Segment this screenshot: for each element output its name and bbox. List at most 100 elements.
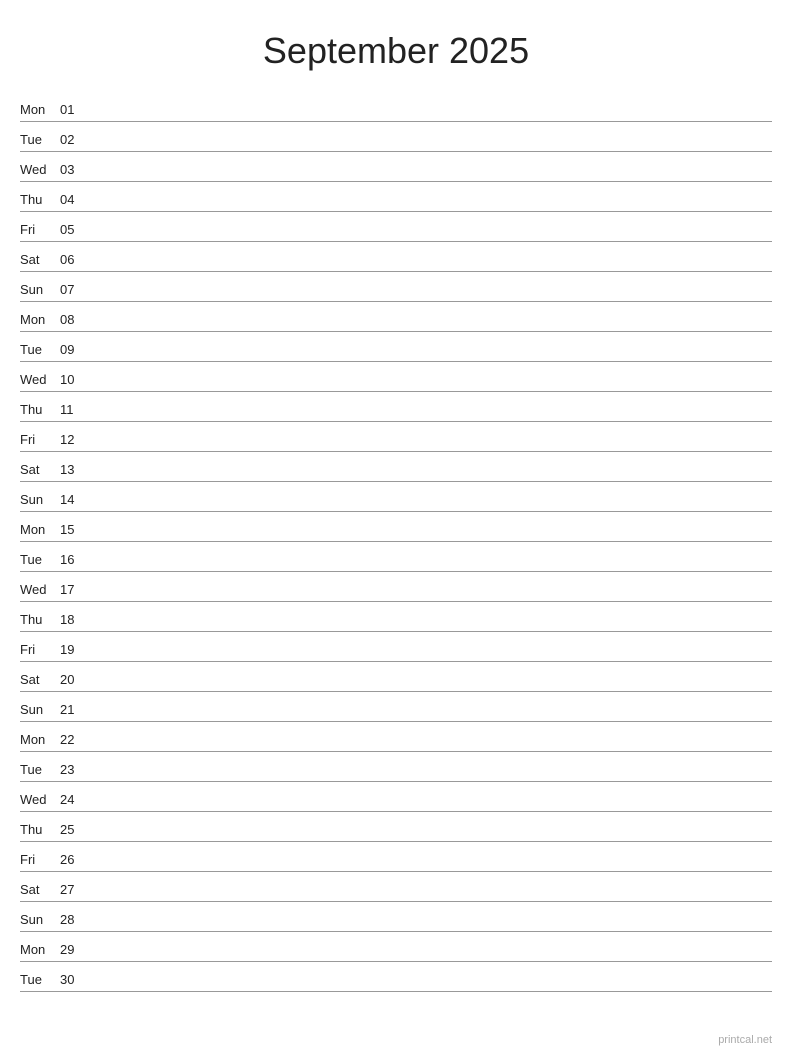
- day-line: [90, 116, 772, 117]
- day-line: [90, 956, 772, 957]
- day-line: [90, 506, 772, 507]
- day-line: [90, 806, 772, 807]
- day-number: 23: [60, 762, 90, 777]
- day-name: Sun: [20, 702, 60, 717]
- day-name: Thu: [20, 822, 60, 837]
- day-line: [90, 746, 772, 747]
- day-line: [90, 386, 772, 387]
- day-line: [90, 206, 772, 207]
- calendar-row: Sat06: [20, 242, 772, 272]
- day-line: [90, 266, 772, 267]
- calendar-page: September 2025 Mon01Tue02Wed03Thu04Fri05…: [0, 0, 792, 1056]
- day-number: 30: [60, 972, 90, 987]
- calendar-row: Sat27: [20, 872, 772, 902]
- day-name: Thu: [20, 402, 60, 417]
- calendar-row: Tue30: [20, 962, 772, 992]
- day-name: Sat: [20, 672, 60, 687]
- day-name: Sun: [20, 912, 60, 927]
- calendar-row: Wed24: [20, 782, 772, 812]
- calendar-row: Mon08: [20, 302, 772, 332]
- day-number: 14: [60, 492, 90, 507]
- day-name: Tue: [20, 342, 60, 357]
- day-line: [90, 146, 772, 147]
- day-name: Mon: [20, 102, 60, 117]
- calendar-row: Mon22: [20, 722, 772, 752]
- day-name: Sat: [20, 462, 60, 477]
- day-line: [90, 986, 772, 987]
- calendar-row: Fri19: [20, 632, 772, 662]
- day-number: 05: [60, 222, 90, 237]
- calendar-row: Tue16: [20, 542, 772, 572]
- day-name: Fri: [20, 222, 60, 237]
- day-name: Wed: [20, 372, 60, 387]
- day-number: 13: [60, 462, 90, 477]
- day-name: Thu: [20, 192, 60, 207]
- day-name: Tue: [20, 762, 60, 777]
- page-title: September 2025: [20, 20, 772, 72]
- day-line: [90, 776, 772, 777]
- day-number: 29: [60, 942, 90, 957]
- day-name: Thu: [20, 612, 60, 627]
- day-number: 04: [60, 192, 90, 207]
- calendar-row: Thu25: [20, 812, 772, 842]
- watermark: printcal.net: [718, 1034, 772, 1046]
- day-name: Sat: [20, 252, 60, 267]
- calendar-row: Thu18: [20, 602, 772, 632]
- day-number: 08: [60, 312, 90, 327]
- day-line: [90, 416, 772, 417]
- day-line: [90, 926, 772, 927]
- calendar-row: Sun14: [20, 482, 772, 512]
- day-name: Sat: [20, 882, 60, 897]
- calendar-row: Thu11: [20, 392, 772, 422]
- day-number: 19: [60, 642, 90, 657]
- day-number: 25: [60, 822, 90, 837]
- day-name: Fri: [20, 432, 60, 447]
- day-name: Wed: [20, 582, 60, 597]
- day-name: Mon: [20, 312, 60, 327]
- day-line: [90, 866, 772, 867]
- calendar-row: Sat20: [20, 662, 772, 692]
- day-number: 17: [60, 582, 90, 597]
- calendar-row: Fri12: [20, 422, 772, 452]
- calendar-row: Thu04: [20, 182, 772, 212]
- calendar-row: Fri05: [20, 212, 772, 242]
- calendar-row: Sun21: [20, 692, 772, 722]
- day-name: Fri: [20, 642, 60, 657]
- calendar-row: Sun07: [20, 272, 772, 302]
- day-line: [90, 326, 772, 327]
- day-number: 28: [60, 912, 90, 927]
- calendar-row: Fri26: [20, 842, 772, 872]
- day-name: Fri: [20, 852, 60, 867]
- day-line: [90, 476, 772, 477]
- day-name: Sun: [20, 282, 60, 297]
- calendar-row: Sat13: [20, 452, 772, 482]
- calendar-row: Tue02: [20, 122, 772, 152]
- calendar-row: Sun28: [20, 902, 772, 932]
- day-line: [90, 626, 772, 627]
- day-number: 12: [60, 432, 90, 447]
- day-line: [90, 176, 772, 177]
- day-number: 24: [60, 792, 90, 807]
- day-number: 15: [60, 522, 90, 537]
- calendar-row: Mon29: [20, 932, 772, 962]
- day-number: 20: [60, 672, 90, 687]
- day-name: Tue: [20, 552, 60, 567]
- calendar-row: Mon01: [20, 92, 772, 122]
- day-line: [90, 656, 772, 657]
- day-number: 03: [60, 162, 90, 177]
- calendar-row: Tue09: [20, 332, 772, 362]
- day-line: [90, 896, 772, 897]
- day-name: Sun: [20, 492, 60, 507]
- day-number: 02: [60, 132, 90, 147]
- day-line: [90, 836, 772, 837]
- calendar-row: Mon15: [20, 512, 772, 542]
- day-line: [90, 296, 772, 297]
- day-number: 27: [60, 882, 90, 897]
- day-line: [90, 716, 772, 717]
- calendar-row: Tue23: [20, 752, 772, 782]
- day-number: 06: [60, 252, 90, 267]
- day-number: 18: [60, 612, 90, 627]
- day-name: Mon: [20, 522, 60, 537]
- calendar-row: Wed03: [20, 152, 772, 182]
- calendar-row: Wed17: [20, 572, 772, 602]
